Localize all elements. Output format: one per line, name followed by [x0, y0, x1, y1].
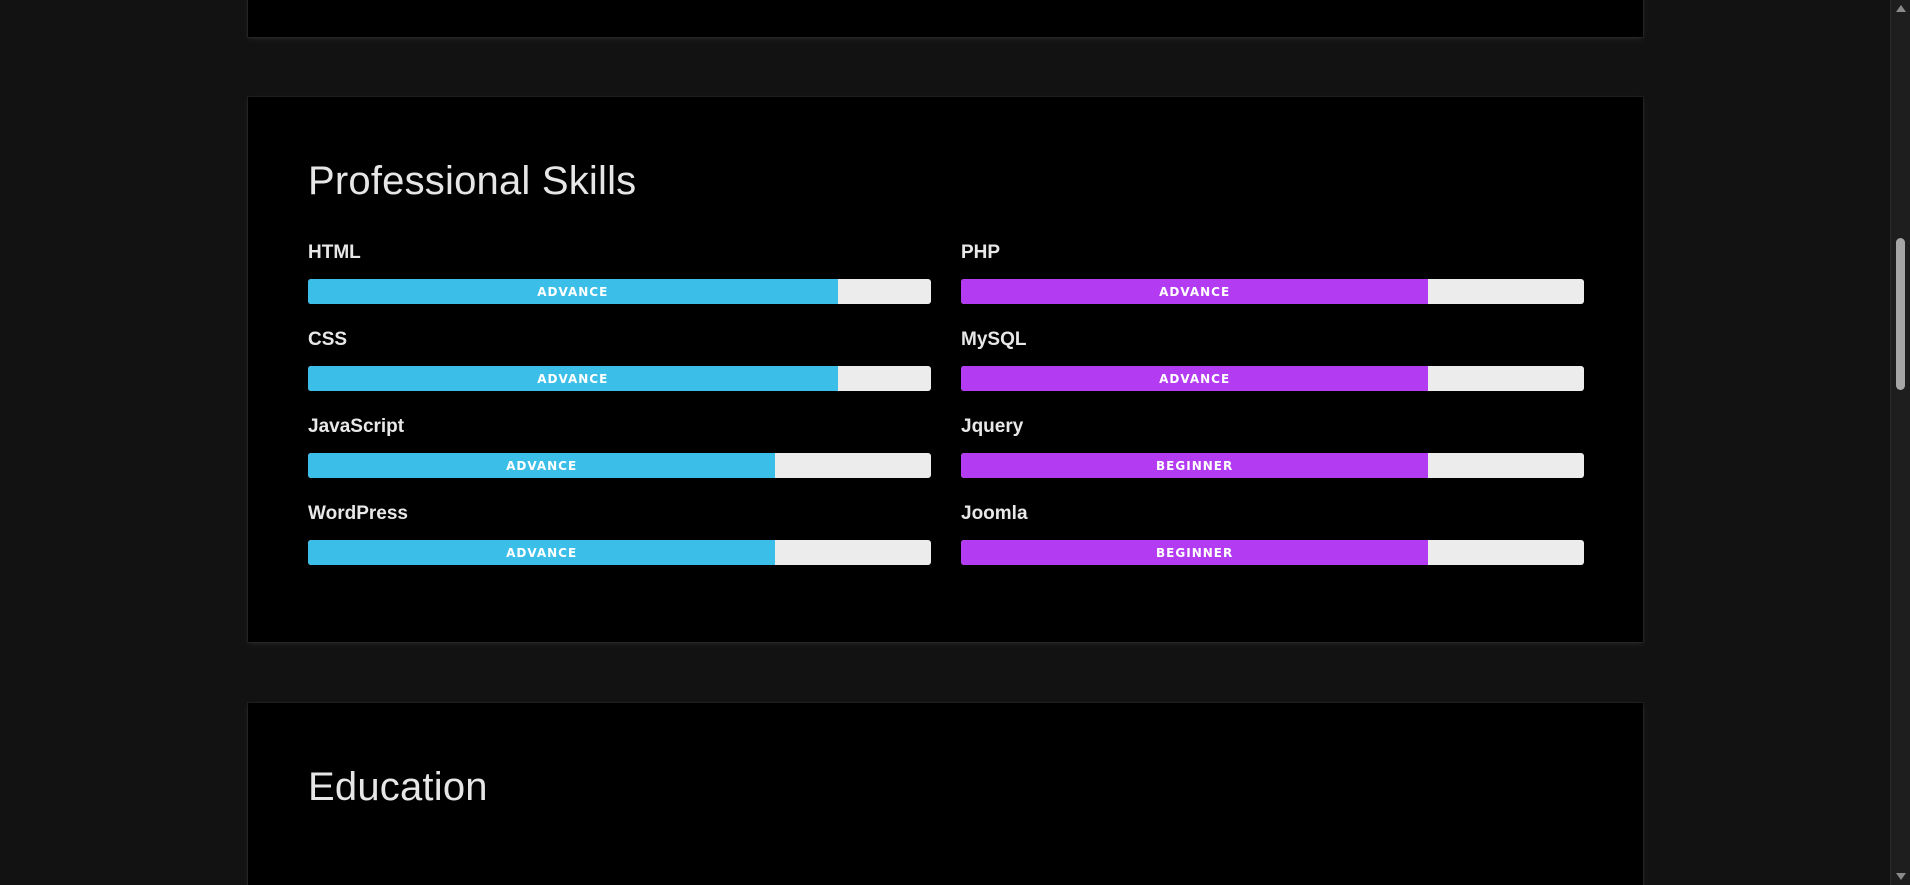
skill-name: PHP [961, 242, 1001, 263]
skill-item-joomla: Joomla BEGINNER [961, 502, 1584, 565]
education-section-title: Education [308, 765, 488, 809]
skill-progress-fill: ADVANCE [308, 366, 838, 391]
skill-progress-bar: ADVANCE [308, 366, 931, 391]
skill-item-wordpress: WordPress ADVANCE [308, 502, 931, 565]
skill-item-javascript: JavaScript ADVANCE [308, 415, 931, 478]
scrollbar-thumb[interactable] [1896, 238, 1905, 390]
skill-progress-bar: ADVANCE [961, 366, 1584, 391]
professional-skills-card: Professional Skills HTML ADVANCE CSS ADV… [248, 97, 1643, 642]
skill-progress-bar: ADVANCE [308, 279, 931, 304]
skill-progress-bar: BEGINNER [961, 540, 1584, 565]
skill-name: HTML [308, 242, 361, 263]
skill-progress-fill: ADVANCE [961, 279, 1429, 304]
skills-section-title: Professional Skills [308, 159, 637, 203]
skill-item-php: PHP ADVANCE [961, 241, 1584, 304]
skill-progress-fill: BEGINNER [961, 453, 1429, 478]
skill-progress-fill: ADVANCE [308, 279, 838, 304]
skill-item-jquery: Jquery BEGINNER [961, 415, 1584, 478]
skill-progress-bar: ADVANCE [961, 279, 1584, 304]
skill-progress-fill: ADVANCE [961, 366, 1429, 391]
skill-item-mysql: MySQL ADVANCE [961, 328, 1584, 391]
skill-name: MySQL [961, 329, 1027, 350]
skill-name: WordPress [308, 503, 408, 524]
skill-name: Jquery [961, 416, 1024, 437]
skill-name: JavaScript [308, 416, 405, 437]
page-viewport: Professional Skills HTML ADVANCE CSS ADV… [0, 0, 1890, 885]
scroll-down-arrow-icon[interactable] [1896, 873, 1906, 880]
skill-item-html: HTML ADVANCE [308, 241, 931, 304]
skill-item-css: CSS ADVANCE [308, 328, 931, 391]
vertical-scrollbar[interactable] [1890, 0, 1910, 885]
education-card: Education [248, 703, 1643, 885]
skill-progress-bar: BEGINNER [961, 453, 1584, 478]
skill-progress-bar: ADVANCE [308, 540, 931, 565]
skill-progress-fill: BEGINNER [961, 540, 1429, 565]
scroll-up-arrow-icon[interactable] [1896, 5, 1906, 12]
skill-progress-fill: ADVANCE [308, 540, 776, 565]
skill-progress-bar: ADVANCE [308, 453, 931, 478]
skill-name: Joomla [961, 503, 1028, 524]
previous-section-card [248, 0, 1643, 37]
skill-progress-fill: ADVANCE [308, 453, 776, 478]
skill-name: CSS [308, 329, 348, 350]
